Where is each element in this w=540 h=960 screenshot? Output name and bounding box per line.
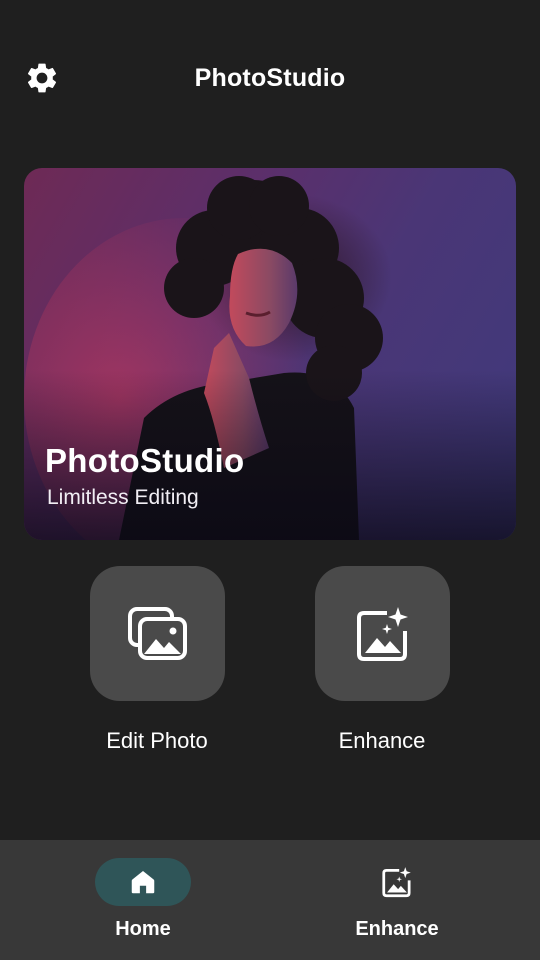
hero-title: PhotoStudio [45, 442, 245, 479]
top-app-bar: PhotoStudio [0, 40, 540, 116]
nav-label-enhance: Enhance [355, 918, 439, 940]
nav-item-home[interactable]: Home [43, 840, 243, 960]
enhance-button[interactable] [315, 566, 450, 701]
hero-subtitle: Limitless Editing [47, 486, 199, 509]
home-icon [131, 871, 155, 894]
active-indicator [95, 858, 191, 906]
edit-photo-button[interactable] [90, 566, 225, 701]
home-screen: PhotoStudio PhotoStudio Limitless Editin… [0, 0, 540, 960]
image-sparkle-icon [382, 867, 411, 898]
enhance-label: Enhance [338, 728, 426, 753]
hero-banner[interactable]: PhotoStudio Limitless Editing [24, 168, 516, 540]
bottom-navigation: Home Enhance [0, 840, 540, 960]
photo-library-icon [127, 606, 187, 660]
app-title: PhotoStudio [194, 64, 346, 92]
image-sparkle-icon [356, 606, 408, 661]
nav-label-home: Home [115, 918, 171, 940]
edit-photo-label: Edit Photo [106, 728, 208, 753]
nav-item-enhance[interactable]: Enhance [297, 840, 497, 960]
